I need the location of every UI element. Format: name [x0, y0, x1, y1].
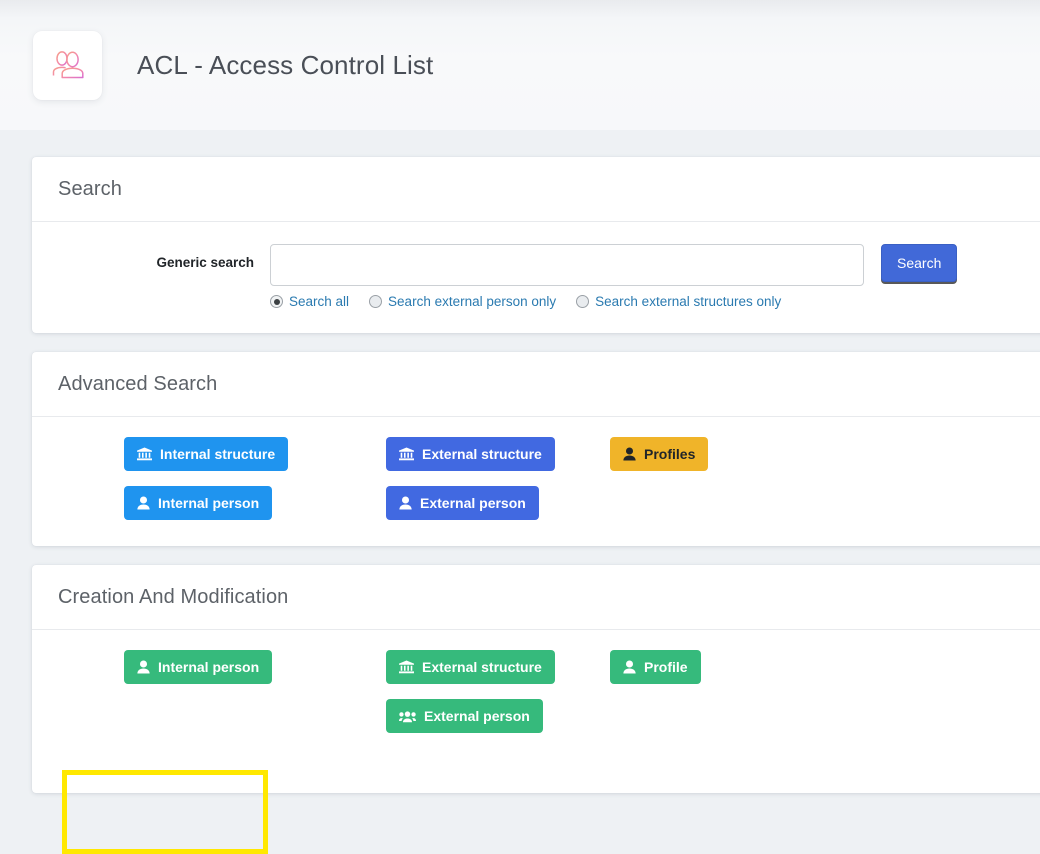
generic-search-field: Search all Search external person only S… [270, 244, 864, 309]
cell-internal-structure: Internal structure [124, 437, 386, 471]
bank-icon [137, 447, 152, 461]
button-label: External person [424, 708, 530, 724]
advanced-search-button-grid: Internal structure External structure Pr… [58, 437, 1040, 520]
radio-indicator-icon [576, 295, 590, 308]
radio-search-external-structures-only[interactable]: Search external structures only [576, 294, 781, 309]
advanced-search-heading: Advanced Search [32, 352, 1040, 417]
person-icon [137, 660, 150, 674]
create-profile-button[interactable]: Profile [610, 650, 701, 684]
generic-search-label: Generic search [156, 255, 254, 270]
users-icon [399, 710, 416, 723]
button-label: Internal person [158, 659, 260, 675]
advanced-internal-person-button[interactable]: Internal person [124, 486, 273, 520]
creation-modification-heading: Creation And Modification [32, 565, 1040, 630]
bank-icon [399, 660, 414, 674]
generic-search-row: Generic search Search all Search externa… [58, 244, 1040, 309]
create-external-structure-button[interactable]: External structure [386, 650, 555, 684]
create-external-person-button[interactable]: External person [386, 699, 543, 733]
creation-modification-body: Internal person External structure Profi… [32, 630, 1040, 793]
advanced-internal-structure-button[interactable]: Internal structure [124, 437, 289, 471]
advanced-external-structure-button[interactable]: External structure [386, 437, 555, 471]
radio-indicator-icon [270, 295, 283, 308]
search-button[interactable]: Search [881, 244, 958, 282]
create-internal-person-button[interactable]: Internal person [124, 650, 273, 684]
page-title: ACL - Access Control List [137, 49, 434, 80]
button-label: Internal structure [160, 446, 276, 462]
button-label: Internal person [158, 495, 260, 511]
radio-search-external-person-only[interactable]: Search external person only [369, 294, 556, 309]
advanced-external-person-button[interactable]: External person [386, 486, 539, 520]
app-logo-card [33, 30, 102, 100]
advanced-profiles-button[interactable]: Profiles [610, 437, 709, 471]
radio-indicator-icon [369, 295, 383, 308]
page-content: Search Generic search Search all Search … [0, 157, 1040, 854]
app-header: ACL - Access Control List [0, 0, 1040, 130]
search-card: Search Generic search Search all Search … [32, 157, 1040, 333]
person-icon [137, 496, 150, 510]
button-label: External structure [422, 659, 542, 675]
advanced-search-body: Internal structure External structure Pr… [32, 417, 1040, 546]
cell-create-internal-person: Internal person [124, 650, 386, 684]
radio-label: Search external structures only [595, 294, 782, 309]
cell-external-structure: External structure [386, 437, 610, 471]
radio-label: Search all [289, 294, 350, 309]
cell-internal-person: Internal person [124, 486, 386, 520]
cell-create-profile: Profile [610, 650, 1040, 684]
person-icon [623, 660, 636, 674]
creation-button-grid: Internal person External structure Profi… [58, 650, 1040, 733]
person-icon [399, 496, 412, 510]
button-label: External structure [422, 446, 542, 462]
search-input[interactable] [270, 244, 864, 286]
advanced-search-card: Advanced Search Internal structure Exter… [32, 352, 1040, 546]
users-outline-icon [49, 48, 87, 82]
creation-modification-card: Creation And Modification Internal perso… [32, 565, 1040, 793]
bank-icon [399, 447, 414, 461]
search-card-body: Generic search Search all Search externa… [32, 222, 1040, 333]
search-scope-radio-group: Search all Search external person only S… [270, 294, 864, 309]
cell-external-person: External person [386, 486, 610, 520]
radio-label: Search external person only [388, 294, 557, 309]
person-icon [623, 447, 636, 461]
cell-profiles: Profiles [610, 437, 1040, 471]
cell-create-external-person: External person [386, 699, 610, 733]
search-card-heading: Search [32, 157, 1040, 222]
button-label: External person [420, 495, 526, 511]
button-label: Profiles [644, 446, 696, 462]
cell-create-external-structure: External structure [386, 650, 610, 684]
button-label: Profile [644, 659, 688, 675]
radio-search-all[interactable]: Search all [270, 294, 349, 309]
